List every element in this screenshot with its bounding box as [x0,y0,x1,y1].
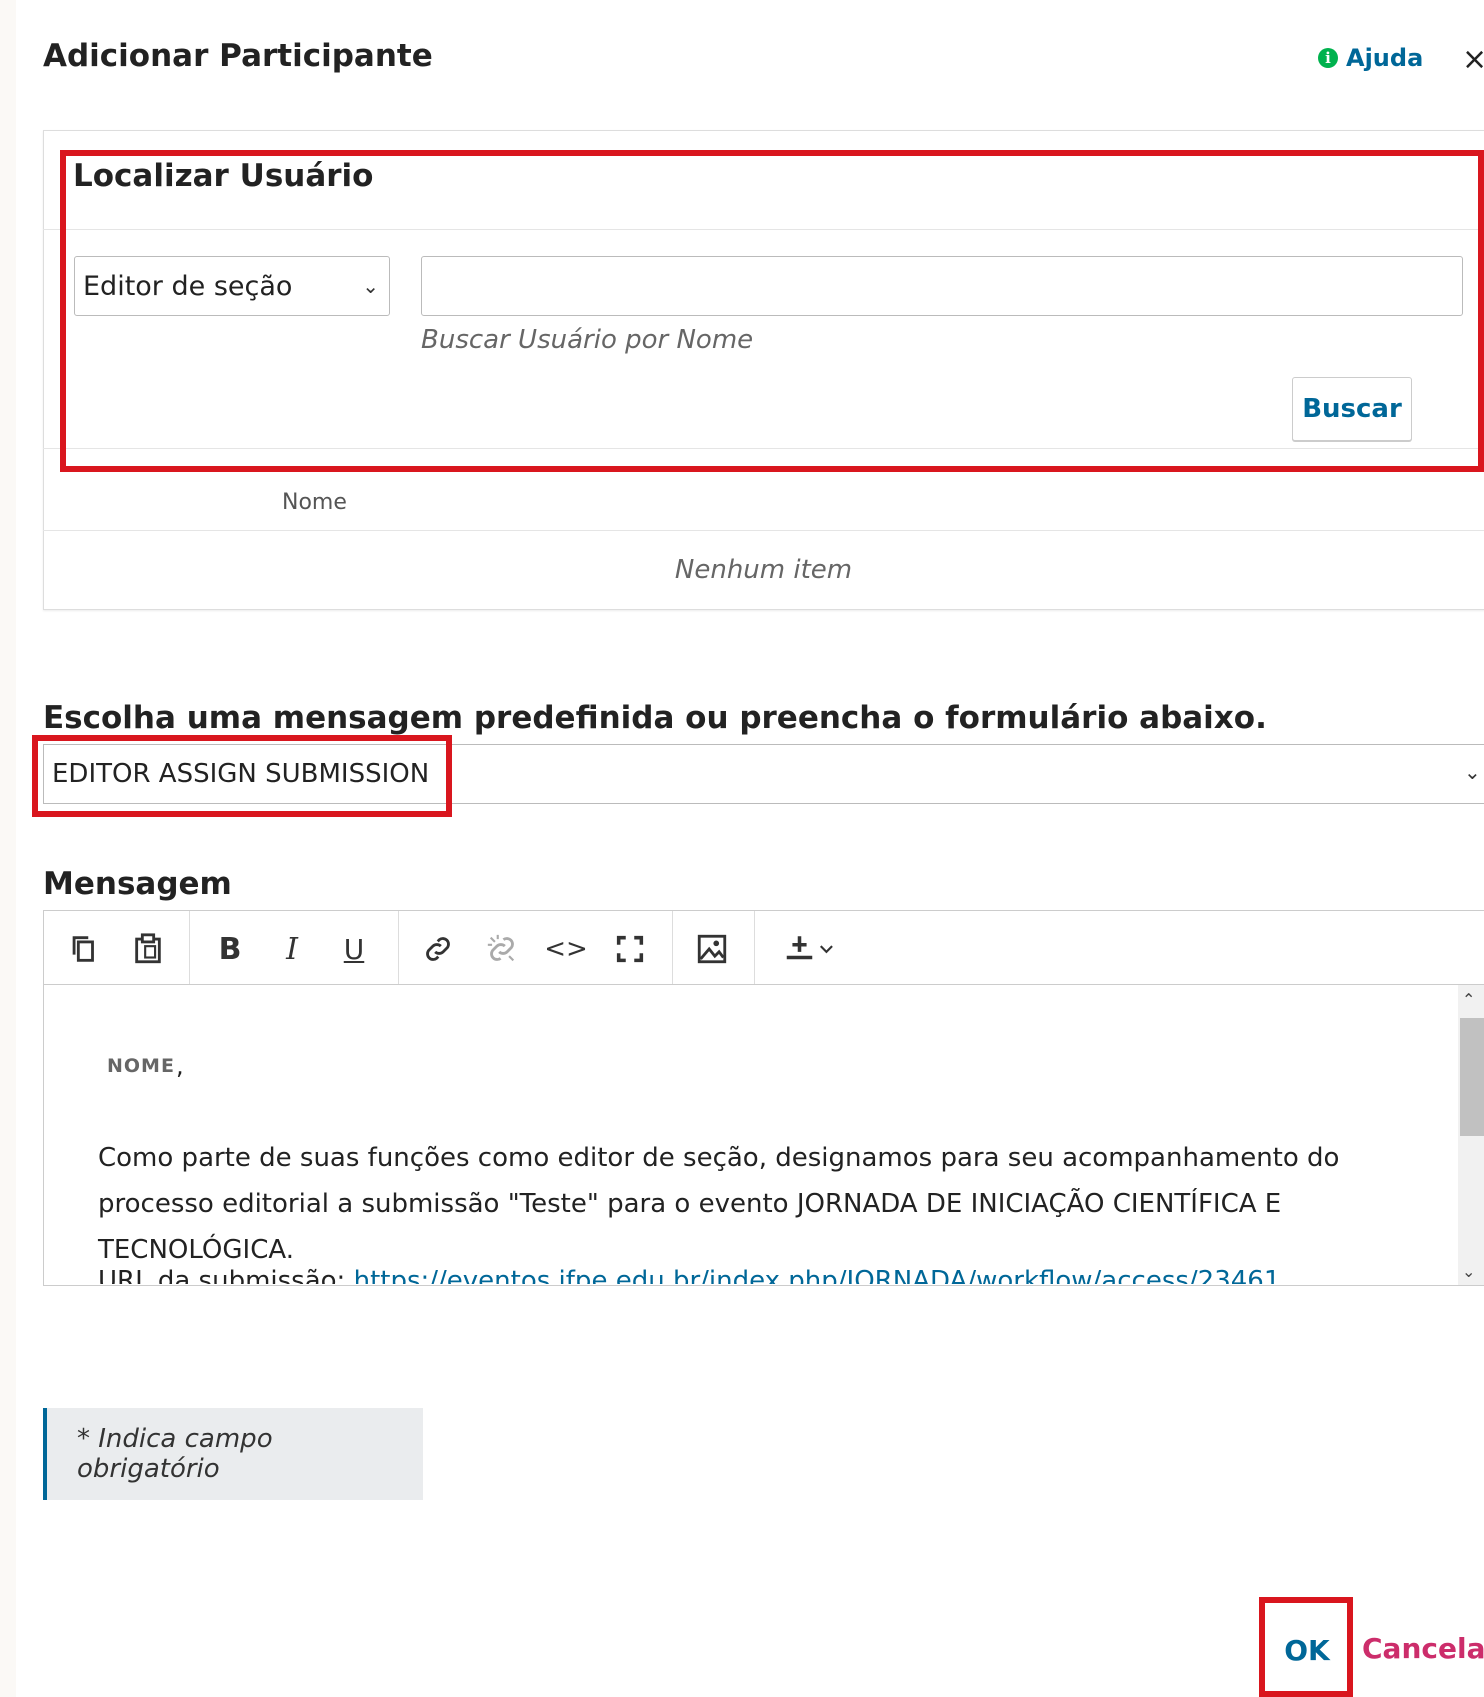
cancel-button[interactable]: Cancelar [1362,1632,1484,1665]
help-label: Ajuda [1346,44,1424,72]
fullscreen-icon[interactable] [610,931,650,967]
highlight-box-find-user [60,150,1484,472]
table-divider [43,530,1484,531]
name-suffix: , [176,1052,184,1080]
copy-icon[interactable] [64,931,104,967]
toolbar-separator [398,911,399,984]
upload-icon[interactable] [772,931,844,967]
column-header-name: Nome [282,490,347,515]
highlight-box-template [32,735,452,817]
submission-url-line: URL da submissão: https://eventos.ifpe.e… [98,1268,1318,1284]
empty-list-text: Nenhum item [674,555,853,585]
close-icon[interactable]: × [1462,42,1484,77]
scroll-up-icon[interactable]: ⌃ [1462,990,1475,1009]
link-icon[interactable] [418,931,458,967]
italic-icon[interactable]: I [272,931,312,967]
required-field-note: * Indica campo obrigatório [43,1408,423,1500]
dialog-title: Adicionar Participante [43,38,433,74]
underline-icon[interactable]: U [334,931,374,967]
submission-url-link[interactable]: https://eventos.ifpe.edu.br/index.php/JO… [354,1268,1281,1284]
paste-icon[interactable] [128,931,168,967]
bold-icon[interactable]: B [210,931,250,967]
name-variable-tag: NOME [107,1055,175,1077]
url-label: URL da submissão: [98,1268,354,1284]
scrollbar-thumb[interactable] [1460,1018,1484,1136]
code-icon[interactable]: <> [544,931,588,967]
image-icon[interactable] [692,931,732,967]
unlink-icon[interactable] [482,931,522,967]
template-label: Escolha uma mensagem predefinida ou pree… [43,700,1267,736]
info-icon: i [1318,48,1338,68]
scroll-down-icon[interactable]: ⌄ [1462,1262,1475,1281]
editor-toolbar: B I U <> [44,911,1484,985]
chevron-down-icon: ⌄ [1464,760,1481,784]
toolbar-separator [754,911,755,984]
toolbar-separator [672,911,673,984]
message-body: Como parte de suas funções como editor d… [98,1143,1340,1265]
message-label: Mensagem [43,866,232,902]
toolbar-separator [189,911,190,984]
help-link[interactable]: i Ajuda [1318,44,1423,72]
highlight-box-ok [1259,1597,1353,1697]
